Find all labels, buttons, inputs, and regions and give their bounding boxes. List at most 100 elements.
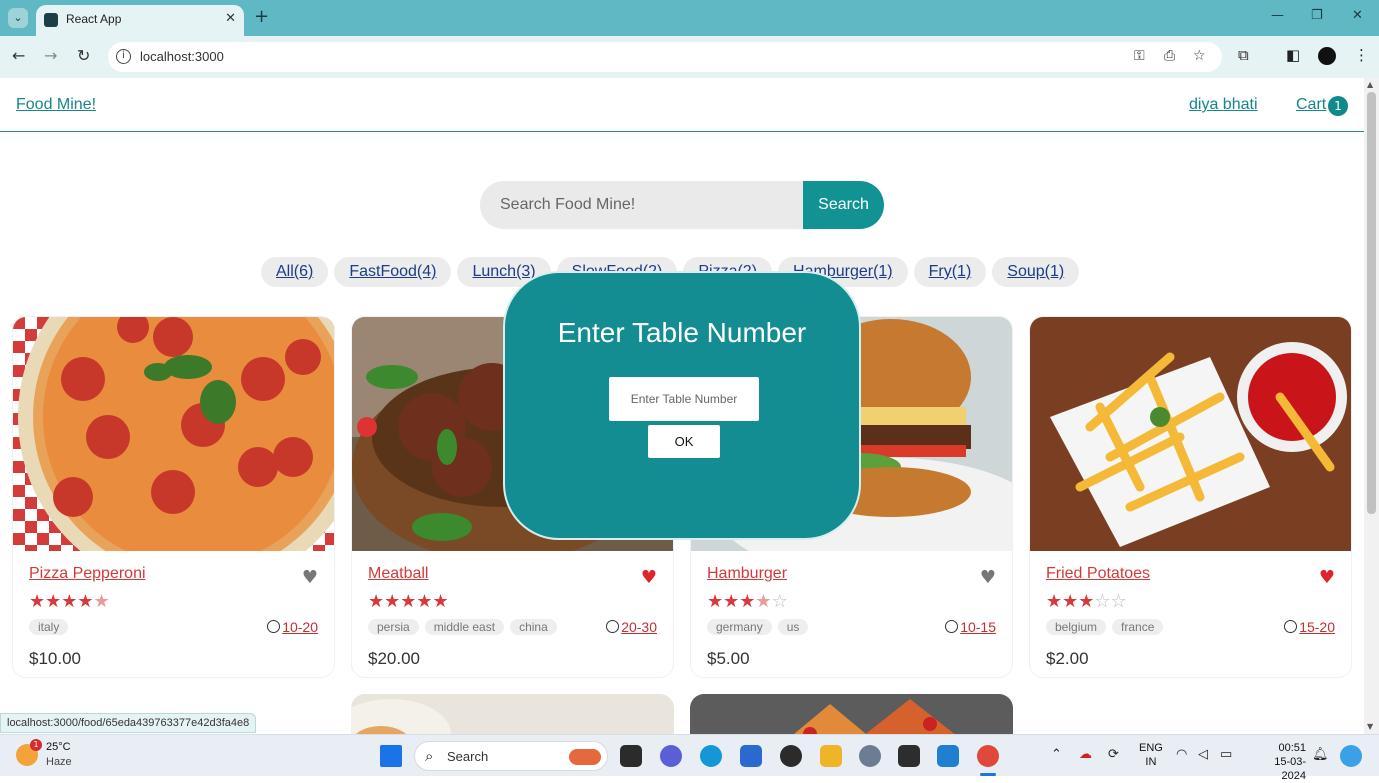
site-header: Food Mine! diya bhati Cart 1 — [0, 78, 1364, 132]
clock-icon — [945, 620, 959, 633]
star-rating: ★★★★★ — [29, 591, 110, 612]
cart-count-badge[interactable]: 1 — [1328, 96, 1348, 116]
extensions-icon[interactable]: ⧉ — [1238, 46, 1249, 64]
search-icon: ⌕ — [425, 747, 434, 765]
star-rating: ★★★★★ — [368, 591, 449, 612]
food-name[interactable]: Pizza Pepperoni — [29, 565, 146, 583]
address-bar[interactable]: i localhost:3000 ⚿ ⎙ ☆ — [108, 42, 1222, 72]
dell-icon[interactable] — [780, 745, 802, 767]
page-scrollbar[interactable]: ▲ ▼ — [1364, 78, 1379, 734]
scroll-thumb[interactable] — [1367, 92, 1376, 514]
food-card[interactable]: Pizza Pepperoni ♥ ★★★★★ italy 10-20 $10.… — [12, 316, 335, 678]
windows-taskbar: 1 25°C Haze ⌕ Search ⌃ ☁ ⟳ ENG IN ◠ ◁ ▭ … — [0, 734, 1379, 782]
windows-start-icon[interactable] — [380, 745, 402, 767]
search-bar: Search — [480, 181, 884, 229]
favorite-heart-icon[interactable]: ♥ — [1319, 567, 1335, 588]
site-info-icon[interactable]: i — [116, 49, 131, 64]
clock-icon — [606, 620, 620, 633]
origin-tag: france — [1112, 619, 1164, 635]
reload-icon[interactable]: ↻ — [77, 46, 90, 65]
cook-time: 20-30 — [606, 619, 657, 635]
taskbar-clock[interactable]: 00:51 15-03-2024 — [1250, 741, 1306, 783]
favorite-heart-icon[interactable]: ♥ — [641, 567, 657, 588]
copilot-icon[interactable] — [1340, 745, 1362, 767]
tray-overflow-icon[interactable]: ⌃ — [1051, 747, 1062, 762]
price: $2.00 — [1046, 649, 1089, 668]
side-panel-icon[interactable]: ◧ — [1286, 46, 1300, 64]
address-url[interactable]: localhost:3000 — [140, 49, 224, 64]
brand-link[interactable]: Food Mine! — [16, 96, 96, 114]
browser-tab-bar: ⌄ React App ✕ + — ❐ ✕ — [0, 0, 1379, 36]
food-card[interactable]: Fried Potatoes ♥ ★★★☆☆ belgium france 15… — [1029, 316, 1352, 678]
profile-avatar[interactable] — [1318, 47, 1336, 65]
volume-icon[interactable]: ◁ — [1198, 747, 1208, 762]
table-number-input[interactable] — [609, 377, 759, 421]
search-input[interactable] — [480, 181, 803, 229]
food-image-fries[interactable] — [1030, 317, 1351, 551]
menu-kebab-icon[interactable]: ⋮ — [1354, 46, 1369, 64]
forward-icon[interactable]: → — [44, 46, 57, 65]
notification-bell-icon[interactable]: 🔔︎ — [1312, 747, 1329, 762]
price: $10.00 — [29, 649, 81, 668]
favorite-heart-icon[interactable]: ♥ — [302, 567, 318, 588]
tag-fry[interactable]: Fry(1) — [913, 257, 987, 287]
terminal-icon[interactable] — [898, 745, 920, 767]
food-name[interactable]: Fried Potatoes — [1046, 565, 1150, 583]
tag-fastfood[interactable]: FastFood(4) — [334, 257, 452, 287]
weather-description[interactable]: Haze — [46, 756, 72, 768]
task-view-icon[interactable] — [620, 745, 642, 767]
language-indicator[interactable]: ENG IN — [1139, 741, 1163, 769]
close-tab-icon[interactable]: ✕ — [225, 11, 236, 26]
origin-tag: persia — [368, 619, 419, 635]
onedrive-icon[interactable]: ☁ — [1079, 747, 1092, 762]
cook-time: 10-15 — [945, 619, 996, 635]
store-icon[interactable] — [740, 745, 762, 767]
vscode-icon[interactable] — [937, 745, 959, 767]
password-key-icon[interactable]: ⚿ — [1134, 48, 1145, 64]
bookmark-star-icon[interactable]: ☆ — [1193, 48, 1206, 64]
tab-search-icon[interactable]: ⌄ — [8, 8, 28, 28]
file-explorer-icon[interactable] — [820, 745, 842, 767]
clock-icon — [267, 620, 281, 633]
window-close-icon[interactable]: ✕ — [1352, 8, 1363, 23]
origin-tag: italy — [29, 619, 69, 635]
food-name[interactable]: Hamburger — [707, 565, 787, 583]
browser-tab[interactable]: React App ✕ — [36, 5, 244, 36]
wifi-icon[interactable]: ◠ — [1176, 747, 1187, 762]
star-rating: ★★★★☆ — [707, 591, 788, 612]
minimize-icon[interactable]: — — [1271, 8, 1284, 23]
cart-link[interactable]: Cart — [1296, 96, 1326, 114]
origin-tag: middle east — [424, 619, 505, 635]
origin-list: germany us — [707, 619, 809, 635]
user-link[interactable]: diya bhati — [1189, 96, 1258, 114]
tab-title: React App — [66, 12, 122, 26]
install-app-icon[interactable]: ⎙ — [1164, 48, 1175, 64]
favorite-heart-icon[interactable]: ♥ — [980, 567, 996, 588]
scroll-up-icon[interactable]: ▲ — [1367, 80, 1373, 89]
restore-icon[interactable]: ❐ — [1311, 8, 1323, 23]
settings-gear-icon[interactable] — [859, 745, 881, 767]
ok-button[interactable]: OK — [648, 425, 720, 458]
tag-all[interactable]: All(6) — [261, 257, 329, 287]
food-image-pizza[interactable] — [13, 317, 334, 551]
browser-toolbar: ← → ↻ i localhost:3000 ⚿ ⎙ ☆ ⧉ ◧ ⋮ — [0, 36, 1379, 78]
taskbar-search[interactable]: ⌕ Search — [414, 741, 608, 771]
modal-title: Enter Table Number — [557, 317, 807, 348]
food-name[interactable]: Meatball — [368, 565, 428, 583]
price: $5.00 — [707, 649, 750, 668]
food-card-partial[interactable] — [690, 694, 1013, 734]
edge-icon[interactable] — [700, 745, 722, 767]
search-highlight-icon — [569, 749, 601, 765]
new-tab-icon[interactable]: + — [254, 6, 269, 27]
weather-temperature[interactable]: 25°C — [46, 741, 71, 753]
battery-icon[interactable]: ▭ — [1220, 747, 1232, 762]
back-icon[interactable]: ← — [12, 46, 25, 65]
origin-list: belgium france — [1046, 619, 1164, 635]
scroll-down-icon[interactable]: ▼ — [1367, 722, 1373, 731]
tag-soup[interactable]: Soup(1) — [992, 257, 1080, 287]
teams-chat-icon[interactable] — [660, 745, 682, 767]
search-button[interactable]: Search — [803, 181, 884, 229]
food-card-partial[interactable] — [351, 694, 674, 734]
sync-icon[interactable]: ⟳ — [1108, 747, 1119, 762]
chrome-icon[interactable] — [977, 745, 999, 767]
